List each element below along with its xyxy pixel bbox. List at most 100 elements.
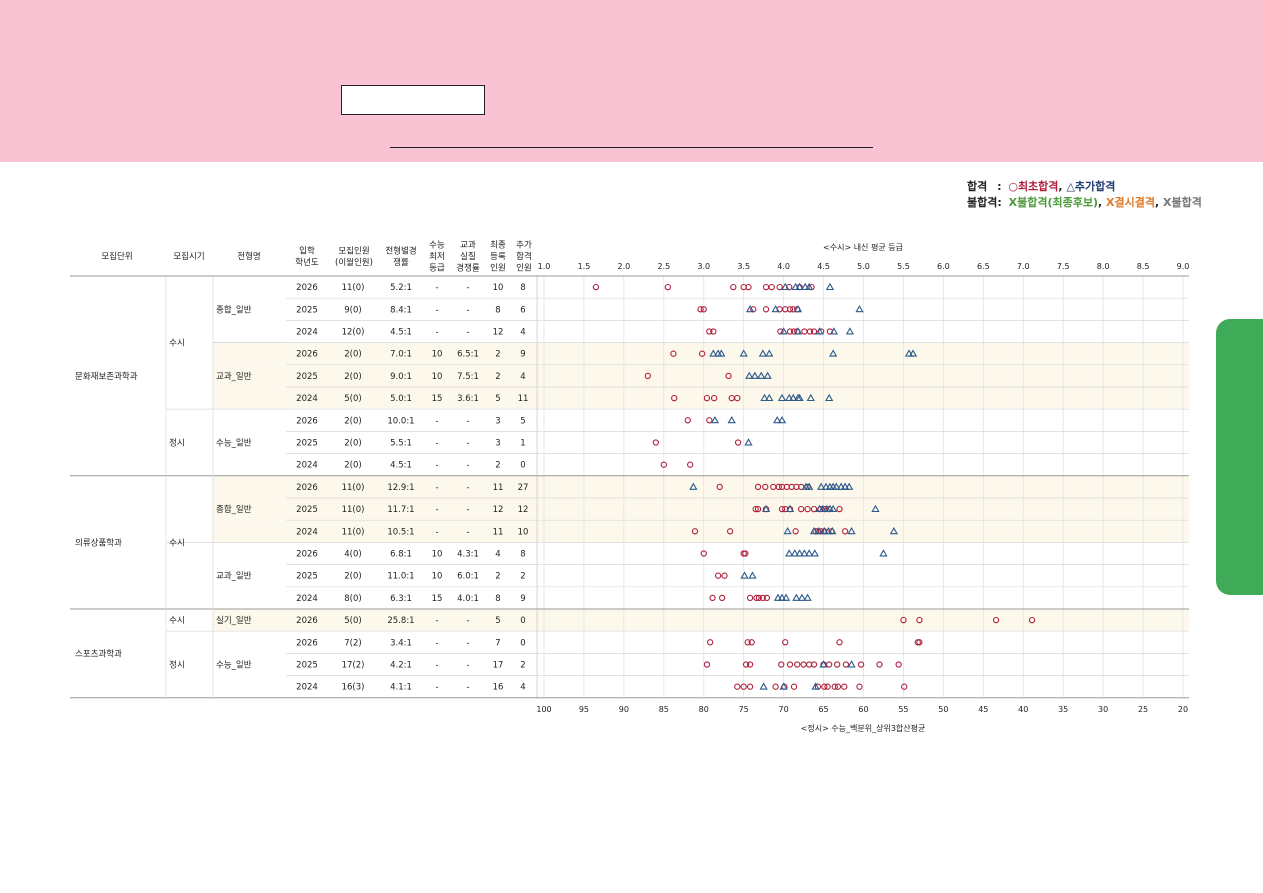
cell-ratio: 5.5:1 [390, 439, 412, 449]
first-pass-marker [709, 594, 716, 602]
cell-ratio: 5.2:1 [390, 283, 412, 293]
cell-quota: 11(0) [342, 483, 365, 493]
cell-csat: 10 [432, 350, 443, 360]
header-practical-ratio: 실질 [460, 251, 476, 262]
first-pass-marker [714, 572, 722, 579]
cell-extra: 0 [520, 461, 525, 471]
extra-pass-marker [759, 682, 768, 690]
bottom-axis-tick: 20 [1178, 705, 1188, 714]
first-pass-marker [734, 439, 742, 446]
extra-pass-marker [855, 304, 864, 313]
cell-year: 2025 [296, 572, 318, 582]
bottom-axis-tick: 90 [619, 705, 629, 714]
cell-extra: 8 [520, 283, 525, 293]
cell-csat: - [435, 661, 438, 671]
cell-enrolled: 11 [493, 483, 504, 493]
top-axis-tick: 1.0 [538, 262, 551, 271]
first-pass-marker [786, 661, 794, 668]
header-unit: 모집단위 [101, 251, 132, 262]
header-enrolled: 인원 [490, 263, 506, 274]
cell-prac: 4.3:1 [457, 550, 479, 560]
cell-prac: - [466, 461, 469, 471]
top-axis-tick: 6.5 [977, 262, 990, 271]
bottom-axis-tick: 65 [818, 705, 828, 714]
cell-quota: 5(0) [344, 616, 361, 626]
first-pass-marker [762, 283, 770, 291]
first-pass-marker [592, 283, 600, 291]
cell-year: 2024 [296, 594, 318, 604]
cell-enrolled: 5 [495, 616, 500, 626]
period-label: 정시 [169, 438, 185, 449]
first-pass-marker [687, 461, 694, 468]
top-axis-tick: 8.0 [1097, 262, 1110, 271]
cell-extra: 9 [520, 350, 525, 360]
top-axis-tick: 4.5 [817, 262, 830, 271]
first-pass-marker [801, 328, 808, 335]
cell-csat: 10 [432, 572, 443, 582]
cell-ratio: 5.0:1 [390, 394, 412, 404]
top-axis-tick: 2.0 [618, 262, 631, 271]
header-enrolled: 등록 [490, 252, 506, 262]
first-pass-marker [778, 661, 785, 668]
cell-prac: - [466, 283, 469, 293]
cell-quota: 11(0) [342, 527, 365, 537]
cell-prac: - [466, 616, 469, 626]
cell-year: 2026 [296, 416, 318, 426]
cell-ratio: 4.5:1 [390, 328, 412, 338]
cell-quota: 11(0) [342, 283, 365, 293]
bottom-axis-tick: 55 [898, 705, 908, 714]
extra-pass-marker [744, 438, 753, 446]
cell-extra: 0 [520, 638, 525, 648]
top-axis-tick: 5.5 [897, 262, 910, 271]
header-practical-ratio: 경쟁률 [456, 263, 480, 274]
header-csat: 수능 [429, 241, 445, 251]
cell-extra: 9 [520, 594, 525, 604]
cell-prac: 6.0:1 [457, 572, 479, 582]
bottom-axis-tick: 100 [536, 705, 551, 714]
cell-year: 2026 [296, 483, 318, 493]
top-axis-title: <수시> 내신 평균 등급 [823, 242, 903, 252]
first-pass-marker [833, 661, 841, 668]
extra-pass-marker [740, 571, 749, 579]
bottom-axis-tick: 70 [779, 705, 789, 714]
cell-year: 2024 [296, 683, 318, 693]
top-axis-tick: 8.5 [1137, 262, 1150, 271]
first-pass-marker [664, 283, 671, 291]
cell-ratio: 9.0:1 [390, 372, 412, 382]
cell-ratio: 3.4:1 [390, 638, 412, 648]
cell-extra: 0 [520, 616, 525, 626]
cell-ratio: 12.9:1 [387, 483, 414, 493]
first-pass-marker [836, 639, 843, 646]
cell-prac: - [466, 505, 469, 515]
cell-year: 2026 [296, 350, 318, 360]
cell-csat: 10 [432, 550, 443, 560]
cell-quota: 2(0) [344, 416, 361, 426]
first-pass-marker [856, 683, 863, 690]
period-label: 수시 [169, 616, 185, 626]
first-pass-marker [746, 594, 754, 602]
cell-extra: 2 [520, 572, 525, 582]
bottom-axis-title: <정시> 수능_백분위_상위3합산평균 [801, 723, 926, 733]
cell-quota: 9(0) [344, 305, 361, 315]
cell-ratio: 10.5:1 [387, 527, 414, 537]
cell-quota: 2(0) [344, 350, 361, 360]
cell-ratio: 4.2:1 [390, 661, 412, 671]
cell-extra: 10 [518, 527, 529, 537]
cell-ratio: 6.3:1 [390, 594, 412, 604]
cell-csat: - [435, 439, 438, 449]
cell-enrolled: 2 [495, 572, 500, 582]
first-pass-marker [800, 661, 807, 668]
cell-ratio: 8.4:1 [390, 305, 412, 315]
cell-ratio: 11.7:1 [387, 505, 414, 515]
cell-extra: 5 [520, 416, 525, 426]
header-practical-ratio: 교과 [460, 241, 476, 251]
first-pass-marker [718, 594, 726, 602]
extra-pass-marker [825, 282, 835, 291]
first-pass-marker [772, 683, 779, 690]
cell-prac: 3.6:1 [457, 394, 479, 404]
type-label: 종합_일반 [216, 504, 252, 515]
top-axis-tick: 3.0 [697, 262, 710, 271]
cell-extra: 2 [520, 661, 525, 671]
period-label: 정시 [169, 660, 185, 671]
header-ratio: 쟁률 [393, 257, 409, 268]
